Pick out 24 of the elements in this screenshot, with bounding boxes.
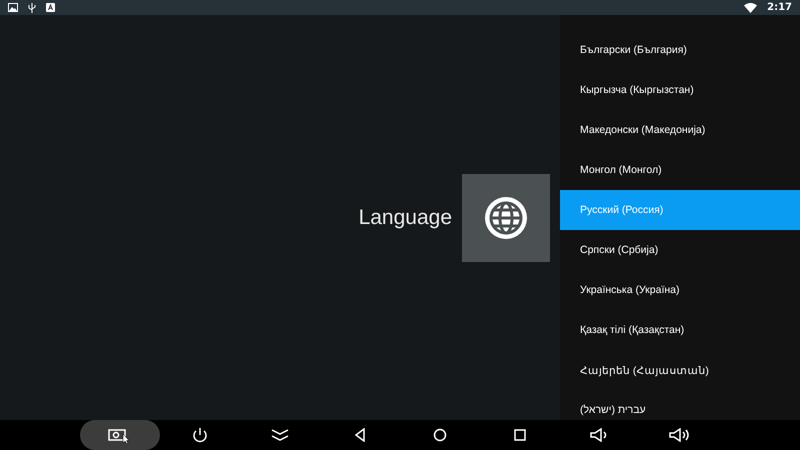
language-item[interactable]: Қазақ тілі (Қазақстан) — [560, 310, 800, 350]
volume-up-icon — [669, 428, 691, 442]
recents-icon — [514, 429, 526, 441]
language-item[interactable]: Български (България) — [560, 30, 800, 70]
language-item[interactable]: Українська (Україна) — [560, 270, 800, 310]
double-chevron-icon — [270, 428, 290, 442]
usb-icon — [28, 2, 36, 12]
power-icon — [191, 426, 209, 444]
camera-cursor-icon — [108, 427, 132, 443]
language-item[interactable]: Кыргызча (Кыргызстан) — [560, 70, 800, 110]
nav-button[interactable] — [80, 420, 160, 450]
wifi-icon — [744, 2, 758, 12]
globe-icon — [484, 196, 528, 240]
language-item[interactable]: עברית (ישראל) — [560, 390, 800, 420]
language-item[interactable]: Македонски (Македонија) — [560, 110, 800, 150]
image-icon — [8, 3, 18, 12]
letter-icon — [46, 3, 55, 12]
language-item[interactable]: Монгол (Монгол) — [560, 150, 800, 190]
back-icon — [354, 428, 366, 442]
clock-time: 2:17 — [767, 2, 792, 13]
language-item[interactable]: Српски (Србија) — [560, 230, 800, 270]
page-title: Language — [358, 206, 452, 230]
language-item[interactable]: Հայերեն (Հայաստան) — [560, 350, 800, 390]
home-icon — [433, 428, 447, 442]
